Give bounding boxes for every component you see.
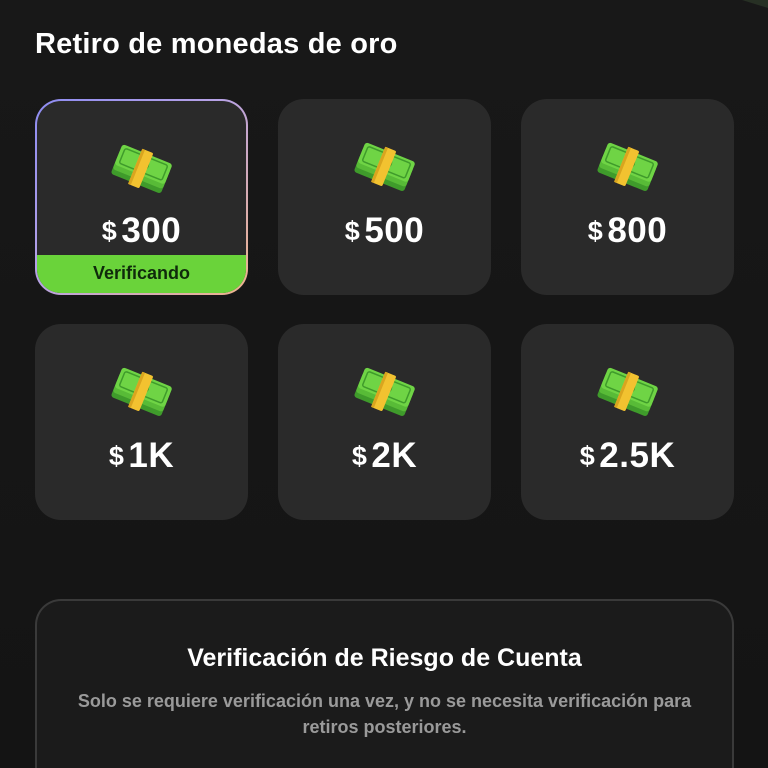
card-inner: $2K (278, 324, 491, 520)
money-bundle-icon (111, 144, 172, 193)
money-bundle-icon (354, 367, 415, 416)
amount-value: 2.5K (599, 436, 676, 475)
currency-symbol: $ (108, 441, 125, 471)
withdrawal-screen: Retiro de monedas de oro $300 Verificand… (0, 0, 768, 768)
amount-value: 1K (128, 436, 175, 475)
amount-value: 500 (364, 211, 425, 250)
verification-title: Verificación de Riesgo de Cuenta (187, 644, 582, 672)
amount-label: $800 (521, 211, 734, 251)
currency-symbol: $ (351, 441, 368, 471)
page-title: Retiro de monedas de oro (35, 28, 398, 60)
amount-label: $1K (35, 436, 248, 476)
account-risk-verification-panel: Verificación de Riesgo de Cuenta Solo se… (35, 599, 734, 768)
amount-option-800[interactable]: $800 (521, 99, 734, 295)
card-inner: $300 Verificando (37, 101, 246, 293)
amount-option-2-5k[interactable]: $2.5K (521, 324, 734, 520)
money-bundle-icon (597, 367, 658, 416)
verification-description: Solo se requiere verificación una vez, y… (77, 691, 692, 737)
money-bundle-icon (354, 142, 415, 191)
amount-options-grid: $300 Verificando $500 $ 800 $ 1K $ 2K $ … (35, 99, 734, 520)
card-inner: $800 (521, 99, 734, 295)
amount-option-1k[interactable]: $1K (35, 324, 248, 520)
money-bundle-icon (597, 142, 658, 191)
amount-value: 2K (371, 436, 418, 475)
amount-option-300[interactable]: $300 Verificando (35, 99, 248, 295)
currency-symbol: $ (344, 216, 361, 246)
amount-label: $2K (278, 436, 491, 476)
amount-label: $300 (37, 211, 246, 251)
amount-option-2k[interactable]: $2K (278, 324, 491, 520)
amount-value: 800 (607, 211, 668, 250)
corner-decoration (742, 0, 768, 8)
card-inner: $1K (35, 324, 248, 520)
amount-label: $2.5K (521, 436, 734, 476)
status-badge: Verificando (37, 255, 246, 293)
amount-label: $500 (278, 211, 491, 251)
currency-symbol: $ (101, 216, 118, 246)
money-bundle-icon (111, 367, 172, 416)
amount-option-500[interactable]: $500 (278, 99, 491, 295)
card-inner: $500 (278, 99, 491, 295)
currency-symbol: $ (579, 441, 596, 471)
amount-value: 300 (121, 211, 182, 250)
card-inner: $2.5K (521, 324, 734, 520)
currency-symbol: $ (587, 216, 604, 246)
